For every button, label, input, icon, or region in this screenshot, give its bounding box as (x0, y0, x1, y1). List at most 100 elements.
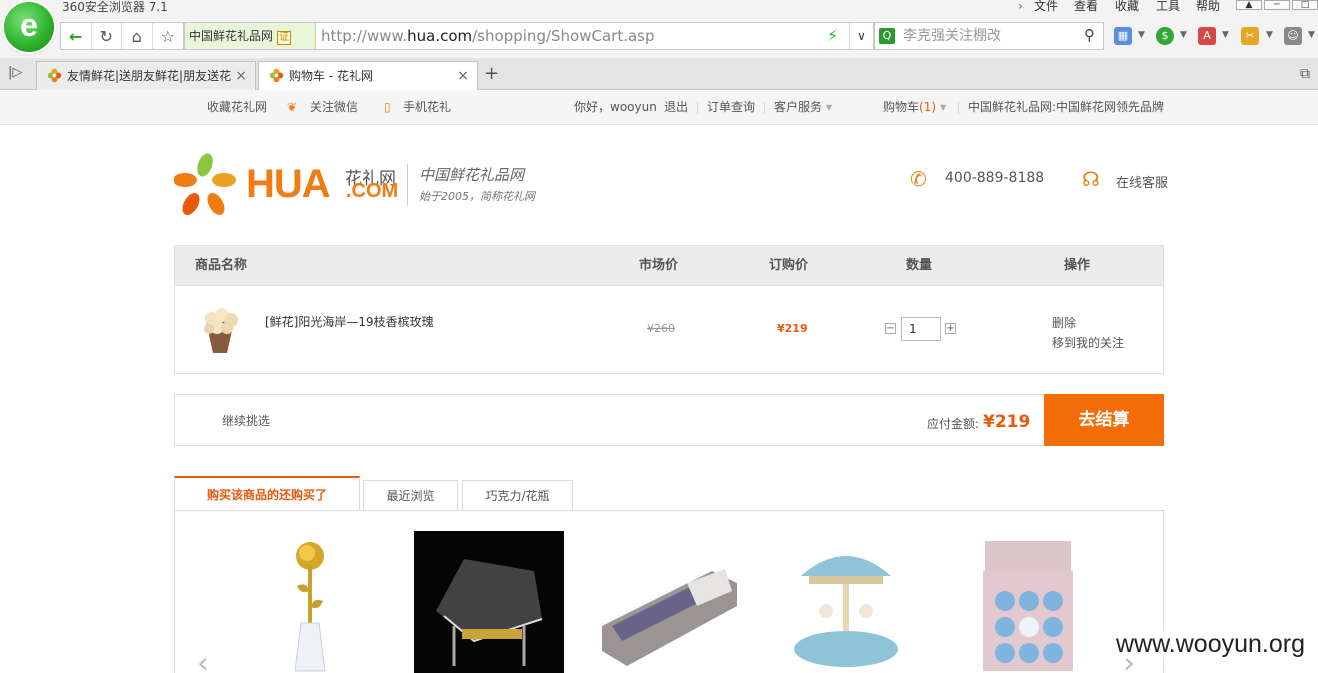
order-price: ¥219 (777, 322, 808, 335)
customer-service-menu[interactable]: 客户服务 (774, 90, 822, 125)
logout-link[interactable]: 退出 (664, 90, 688, 125)
wechat-link[interactable]: 关注微信 (310, 90, 358, 125)
product-carousel-music-box[interactable] (771, 531, 921, 673)
col-order-price: 订购价 (769, 258, 809, 273)
tab-close-icon[interactable]: × (235, 62, 247, 90)
refresh-button[interactable]: ↻ (92, 23, 122, 49)
tab-list-icon[interactable]: ⧉ (1300, 66, 1310, 82)
browser-toolbar: ← ↻ ⌂ ☆ 中国鲜花礼品网证 http://www.hua.com/shop… (0, 16, 1318, 58)
product-gold-rose[interactable] (235, 531, 385, 673)
product-name-link[interactable]: [鲜花]阳光海岸—19枝香槟玫瑰 (265, 313, 434, 330)
tab-chocolate-vase[interactable]: 巧克力/花瓶 (462, 480, 573, 511)
headset-icon[interactable]: ☊ (1082, 167, 1100, 191)
divider (697, 102, 698, 114)
cart-count: (1) (919, 100, 937, 114)
chevron-down-icon[interactable]: ▼ (1138, 30, 1145, 40)
logo-subslogan: 始于2005，简称花礼网 (419, 190, 535, 203)
address-bar[interactable]: 中国鲜花礼品网证 http://www.hua.com/shopping/Sho… (184, 22, 874, 50)
search-engine-icon[interactable]: Q (879, 28, 895, 44)
menu-file[interactable]: 文件 (1034, 0, 1058, 12)
quantity-input[interactable]: 1 (901, 317, 941, 341)
tab-recently-viewed[interactable]: 最近浏览 (363, 480, 458, 511)
cert-icon: 证 (277, 31, 292, 45)
game-icon[interactable]: ☺ (1284, 27, 1302, 45)
tab-shopping-cart[interactable]: 购物车 - 花礼网 × (258, 61, 478, 91)
chevron-down-icon[interactable]: ▼ (1266, 30, 1273, 40)
pin-window-button[interactable]: ▲ (1236, 0, 1262, 10)
cart-label: 购物车 (883, 100, 920, 114)
site-slogan: 中国鲜花礼品网:中国鲜花网领先品牌 (968, 100, 1165, 114)
translate-icon[interactable]: A (1198, 27, 1216, 45)
back-button[interactable]: ← (61, 23, 92, 49)
increase-quantity-button[interactable]: + (945, 323, 956, 334)
phone-icon: ✆ (910, 167, 927, 191)
menu-tools[interactable]: 工具 (1156, 0, 1180, 12)
divider (764, 102, 765, 114)
search-box[interactable]: Q 李克强关注棚改 ⚲ (874, 22, 1104, 50)
checkout-button[interactable]: 去结算 (1044, 394, 1164, 446)
site-logo[interactable]: HUA 花礼网 .COM 中国鲜花礼品网 始于2005，简称花礼网 (174, 150, 544, 220)
bookmark-site-link[interactable]: 收藏花礼网 (207, 90, 267, 125)
cert-site-name: 中国鲜花礼品网 (189, 29, 274, 43)
search-icon[interactable]: ⚲ (1084, 26, 1095, 44)
continue-shopping-link[interactable]: 继续挑选 (222, 395, 270, 447)
search-input[interactable]: 李克强关注棚改 (903, 23, 1001, 49)
online-service-link[interactable]: 在线客服 (1116, 172, 1168, 191)
shield-icon[interactable]: $ (1156, 27, 1174, 45)
mobile-link[interactable]: 手机花礼 (403, 90, 451, 125)
market-price: ¥260 (647, 322, 675, 335)
favorite-star-button[interactable]: ☆ (153, 23, 183, 49)
logo-hua-text: HUA (246, 162, 331, 206)
screenshot-icon[interactable]: ✂ (1241, 27, 1259, 45)
product-blue-rose-box[interactable] (953, 531, 1103, 673)
url-text[interactable]: http://www.hua.com/shopping/ShowCart.asp (321, 23, 655, 49)
product-crystal-piano[interactable] (414, 531, 564, 673)
home-button[interactable]: ⌂ (122, 23, 153, 49)
row-actions: 删除 移到我的关注 (1052, 313, 1124, 353)
mobile-icon: ▯ (384, 100, 391, 114)
site-cert-badge[interactable]: 中国鲜花礼品网证 (185, 23, 316, 49)
chevron-down-icon[interactable]: ▼ (1180, 30, 1187, 40)
browser-title: 360安全浏览器 7.1 (62, 0, 168, 14)
orders-link[interactable]: 订单查询 (707, 90, 755, 125)
logo-com-text: .COM (346, 180, 399, 202)
decrease-quantity-button[interactable]: − (885, 323, 896, 334)
hotline-number: 400-889-8188 (945, 170, 1045, 186)
browser-logo-icon: e (4, 2, 54, 52)
chevron-down-icon[interactable]: ▼ (1222, 30, 1229, 40)
col-actions: 操作 (1064, 258, 1091, 273)
tab-also-bought[interactable]: 购买该商品的还购买了 (174, 476, 360, 511)
logo-divider (407, 164, 408, 206)
product-lavender-bouquet[interactable] (597, 531, 747, 673)
logo-slogan: 中国鲜花礼品网 (419, 166, 525, 184)
cart-link[interactable]: 购物车(1) (883, 90, 936, 125)
flower-favicon-icon (269, 68, 284, 83)
lightning-icon[interactable]: ⚡ (827, 26, 838, 45)
carousel-prev-icon[interactable]: ‹ (197, 646, 209, 673)
sidebar-toggle-icon[interactable]: |▷ (8, 65, 22, 80)
chevron-down-icon[interactable]: ▼ (1308, 30, 1315, 40)
tab-close-icon[interactable]: × (457, 62, 469, 90)
menu-favorites[interactable]: 收藏 (1115, 0, 1139, 12)
minimize-button[interactable]: ─ (1264, 0, 1290, 10)
new-tab-button[interactable]: + (484, 63, 499, 84)
product-thumbnail[interactable] (195, 303, 245, 357)
maximize-button[interactable]: □ (1292, 0, 1318, 10)
apps-grid-icon[interactable]: ▦ (1114, 27, 1132, 45)
flower-logo-icon (174, 153, 236, 215)
move-to-favorites-link[interactable]: 移到我的关注 (1052, 333, 1124, 353)
address-dropdown-icon[interactable]: ∨ (849, 23, 873, 49)
url-prefix: http://www. (321, 27, 408, 45)
total-amount: ¥219 (983, 412, 1031, 432)
flower-favicon-icon (47, 68, 62, 83)
chevron-down-icon: ▼ (940, 103, 947, 112)
tab-friend-flowers[interactable]: 友情鲜花|送朋友鲜花|朋友送花 × (36, 61, 256, 90)
menu-help[interactable]: 帮助 (1196, 0, 1220, 12)
total-label: 应付金额: (927, 417, 980, 431)
menu-view[interactable]: 查看 (1074, 0, 1098, 12)
site-topbar: 收藏花礼网 ❦ 关注微信 ▯ 手机花礼 你好，wooyun 退出 订单查询 客户… (0, 90, 1318, 125)
col-product-name: 商品名称 (195, 258, 248, 273)
delete-link[interactable]: 删除 (1052, 313, 1124, 333)
recommend-tabs: 购买该商品的还购买了 最近浏览 巧克力/花瓶 (174, 476, 1164, 511)
url-host: hua.com (407, 27, 473, 45)
